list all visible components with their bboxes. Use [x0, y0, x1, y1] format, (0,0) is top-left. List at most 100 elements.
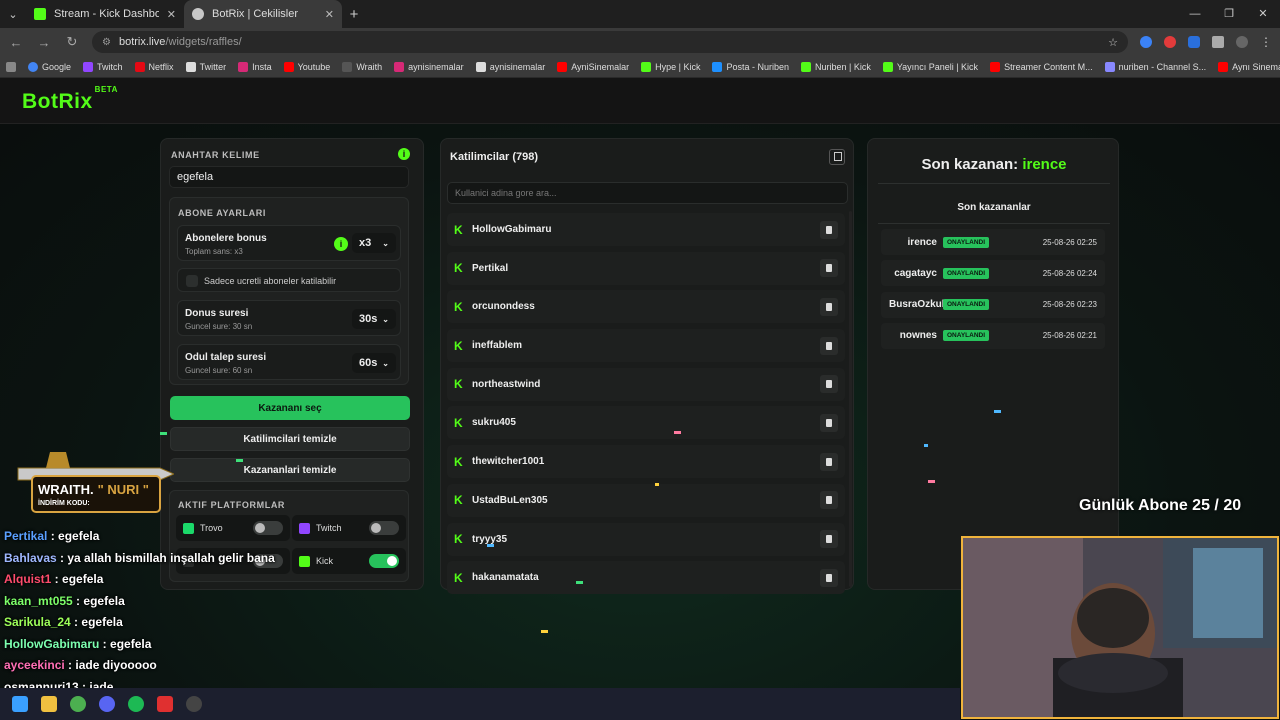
trash-icon[interactable]	[820, 259, 838, 278]
tab-search-chevron-icon[interactable]: ⌄	[0, 8, 26, 21]
copy-icon[interactable]	[829, 149, 845, 165]
bookmark-streamer-content[interactable]: Streamer Content M...	[990, 61, 1093, 72]
trash-icon[interactable]	[820, 297, 838, 316]
minimize-icon[interactable]: —	[1178, 0, 1212, 28]
menu-kebab-icon[interactable]: ⋮	[1260, 35, 1272, 49]
chat-username: ayceekinci	[4, 658, 65, 672]
chat-username: kaan_mt055	[4, 593, 73, 608]
profile-avatar[interactable]	[1236, 36, 1248, 48]
bookmark-twitter[interactable]: Twitter	[185, 61, 226, 72]
windows-start-icon[interactable]	[12, 696, 28, 712]
winner-name: cagatayc	[894, 267, 937, 279]
bookmark-insta[interactable]: Insta	[238, 61, 272, 72]
chat-username: HollowGabimaru	[4, 636, 100, 651]
back-icon[interactable]: ←	[8, 35, 24, 50]
restore-icon[interactable]: ❐	[1212, 0, 1246, 28]
participant-row: Knortheastwind	[447, 367, 845, 401]
bookmark-aynisinemalar-x[interactable]: aynisinemalar	[475, 61, 545, 72]
participant-name: UstadBuLen305	[472, 494, 548, 506]
participants-title: Katilimcilar (798)	[450, 151, 539, 163]
last-winner-heading: Son kazanan: irence	[921, 156, 1067, 173]
app-icon[interactable]	[157, 696, 173, 712]
extension-icon[interactable]	[1164, 36, 1176, 48]
clear-participants-button[interactable]: Katilimcilari temizle	[170, 427, 410, 451]
sponsor-code-label: İNDİRİM KODU:	[38, 500, 90, 507]
discord-icon[interactable]	[99, 696, 115, 712]
kick-icon: K	[454, 338, 463, 353]
participant-row: Kthewitcher1001	[447, 445, 845, 479]
participant-row: Ksukru405	[447, 406, 845, 440]
trash-icon[interactable]	[820, 375, 838, 394]
trash-icon[interactable]	[820, 413, 838, 432]
tab-botrix-raffles[interactable]: BotRix | Cekilisler ✕	[184, 0, 342, 28]
participant-name: sukru405	[472, 417, 516, 429]
trash-icon[interactable]	[820, 568, 838, 587]
pick-winner-button[interactable]: Kazananı seç	[170, 396, 410, 420]
participant-search-input[interactable]: Kullanici adina gore ara...	[447, 182, 848, 204]
close-tab-icon[interactable]: ✕	[325, 8, 334, 21]
chat-message: Alquist1 : egefela	[4, 572, 104, 586]
obs-icon[interactable]	[186, 696, 202, 712]
participant-row: K UstadBuLen305	[447, 483, 845, 517]
participant-row: Ktryyy35	[447, 522, 845, 556]
new-tab-button[interactable]: +	[342, 6, 366, 23]
file-explorer-icon[interactable]	[41, 696, 57, 712]
participants-scrollbar[interactable]	[849, 211, 852, 587]
bookmark-nuriben-kick[interactable]: Nuriben | Kick	[800, 61, 871, 72]
bonus-time-select[interactable]: 30s ⌄	[352, 309, 396, 329]
bookmark-ayni-sinemalar[interactable]: Aynı Sinemalar - Ça...	[1218, 61, 1280, 72]
trash-icon[interactable]	[820, 336, 838, 355]
participant-name: orcunondess	[472, 301, 535, 313]
bookmark-aynisinemalar-insta[interactable]: aynisinemalar	[394, 61, 464, 72]
kick-toggle[interactable]	[369, 554, 399, 568]
info-icon[interactable]: i	[398, 148, 410, 160]
info-icon[interactable]: i	[334, 237, 348, 251]
divider	[878, 223, 1110, 224]
url-bar[interactable]: ⚙ botrix.live/widgets/raffles/ ☆	[92, 31, 1128, 53]
forward-icon[interactable]: →	[36, 35, 52, 50]
tab-kick-dashboard[interactable]: Stream - Kick Dashboard ✕	[26, 0, 184, 28]
bookmark-google[interactable]: Google	[28, 61, 71, 72]
shield-icon[interactable]	[1188, 36, 1200, 48]
extension-icon[interactable]	[1140, 36, 1152, 48]
chat-message: Bahlavas : ya allah bismillah inşallah g…	[4, 550, 275, 565]
trash-icon[interactable]	[820, 491, 838, 510]
confetti	[994, 410, 1001, 413]
puzzle-icon[interactable]	[1212, 36, 1224, 48]
bookmark-aynisinemalar-yt[interactable]: AyniSinemalar	[557, 61, 629, 72]
bookmark-channel[interactable]: nuriben - Channel S...	[1104, 61, 1206, 72]
close-window-icon[interactable]: ✕	[1246, 0, 1280, 28]
apps-grid-icon[interactable]	[6, 61, 16, 72]
chrome-icon[interactable]	[70, 696, 86, 712]
clear-winners-button[interactable]: Kazananlari temizle	[170, 458, 410, 482]
trash-icon[interactable]	[820, 452, 838, 471]
bookmark-star-icon[interactable]: ☆	[1108, 36, 1118, 49]
botrix-logo[interactable]: BotRixBETA	[22, 85, 117, 114]
bookmark-netflix[interactable]: Netflix	[134, 61, 174, 72]
paid-only-checkbox[interactable]	[186, 275, 198, 287]
paid-only-row[interactable]: Sadece ucretli aboneler katilabilir	[177, 268, 401, 292]
bookmark-twitch[interactable]: Twitch	[83, 61, 123, 72]
bookmark-hype-kick[interactable]: Hype | Kick	[641, 61, 700, 72]
claim-time-select[interactable]: 60s ⌄	[352, 353, 396, 373]
winner-date: 25-08-26 02:21	[1042, 331, 1097, 341]
spotify-icon[interactable]	[128, 696, 144, 712]
bookmark-youtube[interactable]: Youtube	[283, 61, 330, 72]
reload-icon[interactable]: ↻	[64, 34, 80, 50]
trash-icon[interactable]	[820, 530, 838, 548]
confetti	[674, 431, 681, 434]
twitch-toggle[interactable]	[369, 521, 399, 535]
trash-icon[interactable]	[820, 220, 838, 239]
bookmark-yayinci-paneli[interactable]: Yayıncı Paneli | Kick	[882, 61, 978, 72]
site-info-icon[interactable]: ⚙	[102, 37, 111, 48]
sub-bonus-select[interactable]: x3 ⌄	[352, 233, 396, 253]
bookmark-wraith[interactable]: Wraith	[342, 61, 382, 72]
participant-name: ineffablem	[472, 340, 523, 352]
close-tab-icon[interactable]: ✕	[167, 8, 176, 21]
bookmark-posta[interactable]: Posta - Nuriben	[712, 61, 789, 72]
twitch-icon	[299, 522, 310, 534]
keyword-input[interactable]: egefela	[169, 166, 409, 188]
sub-bonus-row: Abonelere bonus Toplam sans: x3 i x3 ⌄	[177, 225, 401, 261]
kick-icon	[299, 555, 310, 567]
chat-text: egefela	[58, 529, 100, 543]
